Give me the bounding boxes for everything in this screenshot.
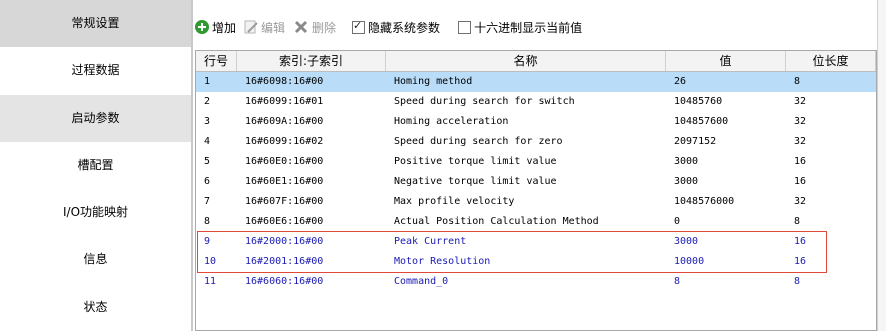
sidebar-item-slot-config[interactable]: 槽配置 xyxy=(0,142,191,189)
checkbox-checked-icon xyxy=(352,19,366,34)
cell-name: Negative torque limit value xyxy=(394,176,557,187)
cell-bit-length: 32 xyxy=(794,136,807,147)
hex-display-label: 十六进制显示当前值 xyxy=(474,20,583,35)
plus-icon xyxy=(195,20,209,34)
cell-value[interactable]: 10000 xyxy=(666,252,786,272)
cell-row-number: 1 xyxy=(204,76,211,87)
cell-value[interactable]: 3000 xyxy=(666,232,786,252)
cell-value[interactable]: 3000 xyxy=(666,172,786,192)
cell-name: Max profile velocity xyxy=(394,196,515,207)
column-header-bit-length[interactable]: 位长度 xyxy=(786,51,876,71)
sidebar-item-process-data[interactable]: 过程数据 xyxy=(0,47,191,94)
cell-bit-length: 16 xyxy=(794,236,807,247)
column-header-row-number[interactable]: 行号 xyxy=(196,51,237,71)
cell-value[interactable]: 10485760 xyxy=(666,92,786,112)
cell-bit-length: 16 xyxy=(794,256,807,267)
sidebar-item-startup-parameters[interactable]: 启动参数 xyxy=(0,94,191,142)
cell-value[interactable]: 2097152 xyxy=(666,132,786,152)
table-row[interactable]: 7 16#607F:16#00 Max profile velocity 104… xyxy=(196,192,876,212)
cell-name: Positive torque limit value xyxy=(394,156,557,167)
vertical-scrollbar[interactable] xyxy=(877,0,886,331)
table-row[interactable]: 4 16#6099:16#02 Speed during search for … xyxy=(196,132,876,152)
cell-bit-length: 32 xyxy=(794,116,807,127)
cell-value[interactable]: 26 xyxy=(666,72,786,92)
delete-x-icon xyxy=(294,20,308,34)
cell-index: 16#6060:16#00 xyxy=(245,276,324,287)
hex-display-checkbox[interactable]: 十六进制显示当前值 xyxy=(458,19,582,36)
cell-index: 16#6099:16#02 xyxy=(245,136,324,147)
column-header-value[interactable]: 值 xyxy=(666,51,786,71)
add-button-label: 增加 xyxy=(212,20,237,35)
cell-row-number: 3 xyxy=(204,116,211,127)
table-header: 行号 索引:子索引 名称 值 位长度 xyxy=(196,51,876,72)
cell-row-number: 6 xyxy=(204,176,211,187)
cell-name: Actual Position Calculation Method xyxy=(394,216,599,227)
cell-bit-length: 8 xyxy=(794,76,801,87)
cell-name: Peak Current xyxy=(394,236,467,247)
cell-index: 16#60E1:16#00 xyxy=(245,176,324,187)
cell-name: Speed during search for zero xyxy=(394,136,563,147)
cell-row-number: 10 xyxy=(204,256,217,267)
sidebar: 常规设置 过程数据 启动参数 槽配置 I/O功能映射 信息 状态 xyxy=(0,0,191,331)
cell-row-number: 11 xyxy=(204,276,217,287)
cell-bit-length: 8 xyxy=(794,216,801,227)
cell-bit-length: 16 xyxy=(794,156,807,167)
cell-row-number: 8 xyxy=(204,216,211,227)
table-row[interactable]: 2 16#6099:16#01 Speed during search for … xyxy=(196,92,876,112)
table-row[interactable]: 11 16#6060:16#00 Command_0 8 8 xyxy=(196,272,876,292)
cell-name: Homing method xyxy=(394,76,473,87)
toolbar: 增加 编辑 删除 隐藏系统参数 十六进制显示当前值 xyxy=(193,15,886,39)
cell-bit-length: 32 xyxy=(794,96,807,107)
cell-name: Motor Resolution xyxy=(394,256,491,267)
cell-index: 16#2001:16#00 xyxy=(245,256,324,267)
cell-value[interactable]: 0 xyxy=(666,212,786,232)
edit-icon xyxy=(244,20,258,34)
table-row[interactable]: 8 16#60E6:16#00 Actual Position Calculat… xyxy=(196,212,876,232)
sidebar-item-general-settings[interactable]: 常规设置 xyxy=(0,0,191,48)
checkbox-unchecked-icon xyxy=(458,20,472,34)
cell-index: 16#60E6:16#00 xyxy=(245,216,324,227)
table-row[interactable]: 10 16#2001:16#00 Motor Resolution 10000 … xyxy=(196,252,876,272)
edit-button-label: 编辑 xyxy=(261,20,286,35)
column-header-index[interactable]: 索引:子索引 xyxy=(237,51,386,71)
table-row[interactable]: 6 16#60E1:16#00 Negative torque limit va… xyxy=(196,172,876,192)
cell-index: 16#60E0:16#00 xyxy=(245,156,324,167)
delete-button[interactable]: 删除 xyxy=(293,19,336,36)
cell-name: Speed during search for switch xyxy=(394,96,575,107)
hide-system-params-label: 隐藏系统参数 xyxy=(368,20,441,35)
cell-value[interactable]: 104857600 xyxy=(666,112,786,132)
cell-value[interactable]: 3000 xyxy=(666,152,786,172)
cell-index: 16#607F:16#00 xyxy=(245,196,324,207)
cell-row-number: 2 xyxy=(204,96,211,107)
sidebar-item-io-mapping[interactable]: I/O功能映射 xyxy=(0,189,191,236)
cell-name: Homing acceleration xyxy=(394,116,509,127)
delete-button-label: 删除 xyxy=(312,20,337,35)
edit-button[interactable]: 编辑 xyxy=(244,19,285,36)
cell-index: 16#6098:16#00 xyxy=(245,76,324,87)
add-button[interactable]: 增加 xyxy=(193,19,236,36)
cell-bit-length: 16 xyxy=(794,176,807,187)
cell-row-number: 7 xyxy=(204,196,211,207)
sidebar-item-status[interactable]: 状态 xyxy=(0,284,191,331)
table-row[interactable]: 5 16#60E0:16#00 Positive torque limit va… xyxy=(196,152,876,172)
table-row[interactable]: 9 16#2000:16#00 Peak Current 3000 16 xyxy=(196,232,876,252)
table-row[interactable]: 3 16#609A:16#00 Homing acceleration 1048… xyxy=(196,112,876,132)
cell-name: Command_0 xyxy=(394,276,449,287)
cell-bit-length: 8 xyxy=(794,276,801,287)
table-row[interactable]: 1 16#6098:16#00 Homing method 26 8 xyxy=(196,72,876,92)
hide-system-params-checkbox[interactable]: 隐藏系统参数 xyxy=(352,19,440,36)
cell-value[interactable]: 1048576000 xyxy=(666,192,786,212)
sidebar-divider xyxy=(191,0,193,331)
cell-index: 16#609A:16#00 xyxy=(245,116,324,127)
cell-index: 16#2000:16#00 xyxy=(245,236,324,247)
sidebar-item-info[interactable]: 信息 xyxy=(0,236,191,283)
cell-row-number: 9 xyxy=(204,236,211,247)
cell-value[interactable]: 8 xyxy=(666,272,786,292)
cell-row-number: 5 xyxy=(204,156,211,167)
parameter-table: 行号 索引:子索引 名称 值 位长度 1 16#6098:16#00 Homin… xyxy=(195,50,877,331)
cell-bit-length: 32 xyxy=(794,196,807,207)
cell-index: 16#6099:16#01 xyxy=(245,96,324,107)
column-header-name[interactable]: 名称 xyxy=(386,51,666,71)
cell-row-number: 4 xyxy=(204,136,211,147)
